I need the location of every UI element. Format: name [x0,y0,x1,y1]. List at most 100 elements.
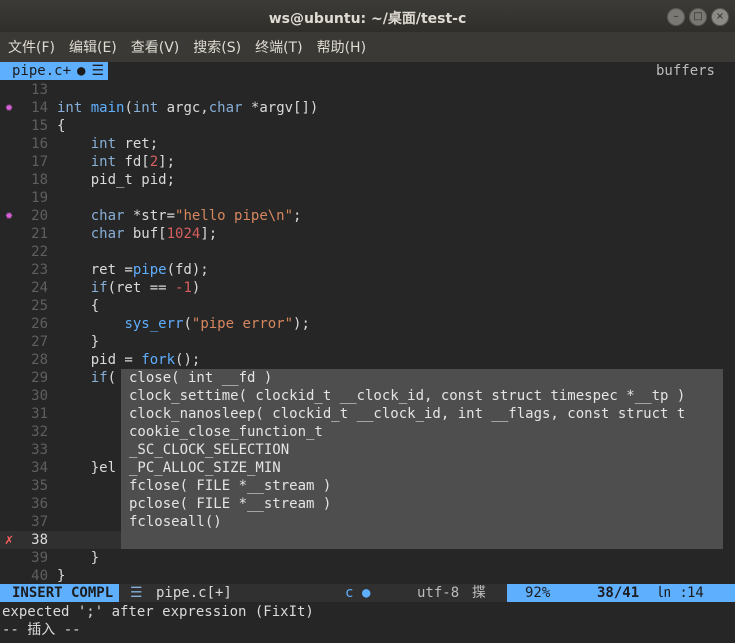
code-line[interactable]: 27 } [0,333,735,351]
line-number: 13 [31,82,48,98]
file-format-icon: 揲 [472,585,486,601]
mode-indicator: INSERT COMPL [0,584,120,602]
line-number: 25 [31,298,48,314]
menu-bar: 文件(F) 编辑(E) 查看(V) 搜索(S) 终端(T) 帮助(H) [0,32,735,62]
close-icon[interactable]: × [711,8,729,26]
code-line[interactable]: 39 } [0,549,735,567]
status-line-position: 38/41 [597,585,640,601]
status-line: INSERT COMPL ☰ pipe.c[+] c ● utf-8 揲 92%… [0,584,735,602]
code-text: } [57,334,100,350]
code-text: if( [90,370,117,386]
warning-sign-icon: ✹ [5,208,13,223]
code-text: int main(int argc,char *argv[]) [57,100,319,116]
completion-scrollbar[interactable] [723,369,735,549]
line-number: 21 [31,226,48,242]
maximize-icon[interactable]: □ [689,8,707,26]
line-number: 37 [31,514,48,530]
title-bar: ws@ubuntu: ~/桌面/test-c – □ × [0,0,735,32]
line-number: 17 [31,154,48,170]
status-filename: pipe.c[+] [156,585,232,601]
line-number: 33 [31,442,48,458]
buffer-tab-label: pipe.c+ [12,63,72,79]
code-line[interactable]: 18 pid_t pid; [0,171,735,189]
status-filetype: c [345,585,354,601]
code-text: if(ret == -1) [90,280,201,296]
buffers-label: buffers [655,63,715,79]
menu-file[interactable]: 文件(F) [0,37,61,57]
code-line[interactable]: 26 sys_err("pipe error"); [0,315,735,333]
line-number: 20 [31,208,48,224]
line-number: 16 [31,136,48,152]
code-line[interactable]: 22 [0,243,735,261]
code-text: sys_err("pipe error"); [124,316,310,332]
code-line[interactable]: 21 char buf[1024]; [0,225,735,243]
status-position-block: 92% 38/41 ㏑ : 14 [507,584,735,602]
minimize-icon[interactable]: – [667,8,685,26]
code-text: } [57,568,66,584]
completion-item[interactable]: cookie_close_function_t [129,423,323,441]
buffer-tab-active[interactable]: pipe.c+ ● ☰ [0,62,109,80]
line-number: 30 [31,388,48,404]
status-encoding: utf-8 [417,585,460,601]
code-line[interactable]: 13 [0,81,735,99]
code-line[interactable]: ✹ 14 int main(int argc,char *argv[]) [0,99,735,117]
completion-item[interactable]: fclose( FILE *__stream ) [129,477,331,495]
line-number: 28 [31,352,48,368]
window-controls: – □ × [667,8,729,26]
status-col-label: ㏑ : [657,585,688,601]
code-line[interactable]: 25 { [0,297,735,315]
c-file-icon: ● [77,63,86,79]
line-number: 35 [31,478,48,494]
line-number: 26 [31,316,48,332]
line-number: 23 [31,262,48,278]
error-sign-icon: ✗ [4,532,14,548]
code-line[interactable]: 40} [0,567,735,585]
code-line[interactable]: 15 { [0,117,735,135]
code-text: int ret; [90,136,159,152]
menu-search[interactable]: 搜索(S) [185,37,247,57]
line-number: 24 [31,280,48,296]
completion-popup[interactable]: close( int __fd ) clock_settime( clockid_… [121,369,723,549]
code-text: pid_t pid; [57,172,176,188]
line-number: 15 [31,118,48,134]
menu-view[interactable]: 查看(V) [123,37,186,57]
mode-message: -- 插入 -- [2,622,81,638]
code-text: char *str="hello pipe\n"; [90,208,302,224]
line-number: 34 [31,460,48,476]
c-filetype-icon: ● [362,585,371,601]
code-line[interactable]: 28 pid = fork(); [0,351,735,369]
code-text: char buf[1024]; [90,226,218,242]
code-line[interactable]: 23 ret =pipe(fd); [0,261,735,279]
code-line[interactable]: ✹ 20 char *str="hello pipe\n"; [0,207,735,225]
code-line[interactable]: 16 int ret; [0,135,735,153]
menu-help[interactable]: 帮助(H) [309,37,372,57]
vim-tabline: pipe.c+ ● ☰ buffers [0,62,735,80]
code-text: { [57,118,66,134]
completion-item[interactable]: clock_nanosleep( clockid_t __clock_id, i… [129,405,685,423]
completion-item[interactable]: close( int __fd ) [129,369,272,387]
code-line[interactable]: 24 if(ret == -1) [0,279,735,297]
warning-sign-icon: ✹ [5,100,13,115]
menu-edit[interactable]: 编辑(E) [61,37,123,57]
line-number: 39 [31,550,48,566]
line-number: 19 [31,190,48,206]
branch-icon: ☰ [130,585,143,601]
completion-item[interactable]: _SC_CLOCK_SELECTION [129,441,289,459]
code-text: }el [57,460,117,476]
code-text: pid = fork(); [57,352,201,368]
completion-item[interactable]: _PC_ALLOC_SIZE_MIN [129,459,281,477]
line-number: 31 [31,406,48,422]
line-number: 38 [31,532,48,548]
completion-item[interactable]: pclose( FILE *__stream ) [129,495,331,513]
error-message: expected ';' after expression (FixIt) [2,604,314,620]
completion-item[interactable]: clock_settime( clockid_t __clock_id, con… [129,387,685,405]
menu-terminal[interactable]: 终端(T) [247,37,308,57]
completion-item[interactable]: fcloseall() [129,513,222,531]
code-line[interactable]: 17 int fd[2]; [0,153,735,171]
line-number: 40 [31,568,48,584]
code-line[interactable]: 19 [0,189,735,207]
code-text: ret =pipe(fd); [57,262,209,278]
line-number: 18 [31,172,48,188]
status-percent: 92% [525,585,551,601]
code-text: } [57,550,100,566]
